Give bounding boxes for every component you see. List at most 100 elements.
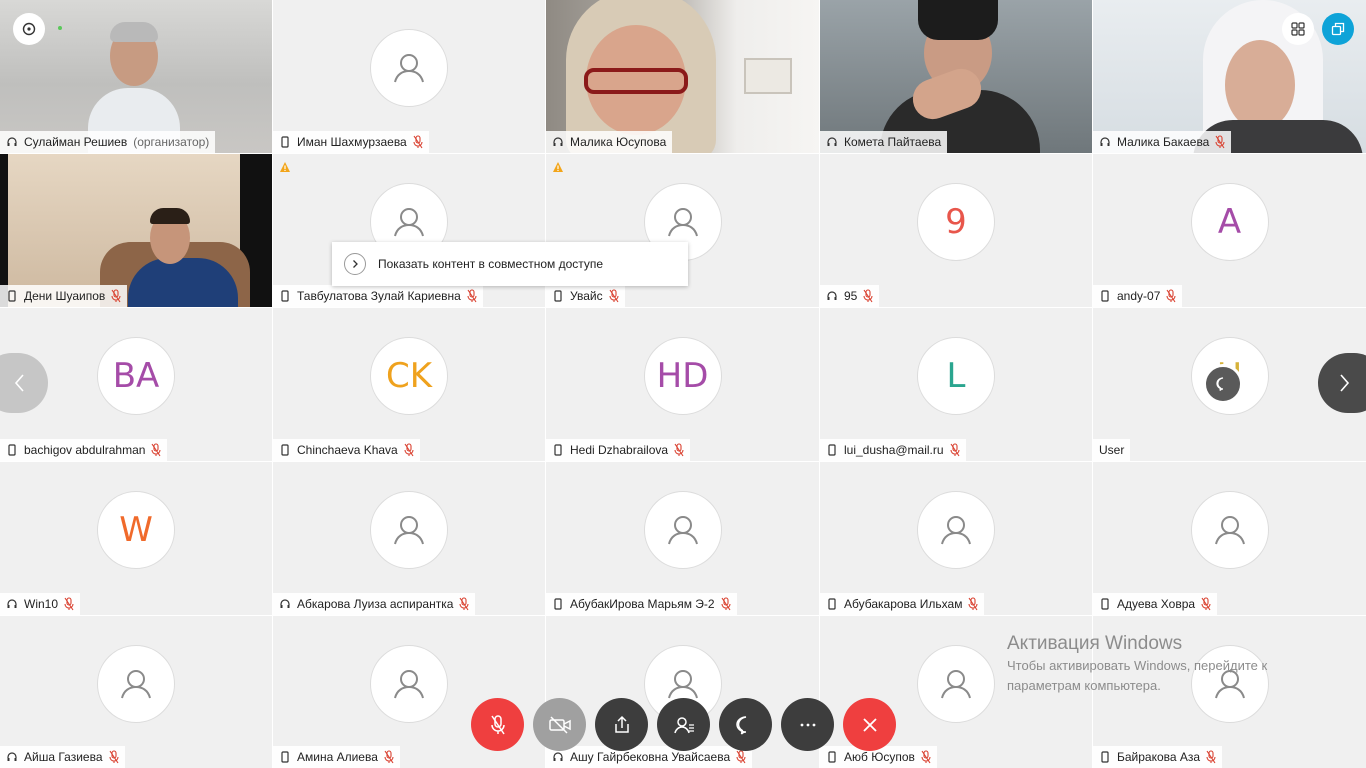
mic-muted-icon <box>968 597 979 611</box>
participant-tile[interactable]: L lui_dusha@mail.ru <box>820 308 1092 461</box>
participant-tile[interactable]: Малика Юсупова <box>546 0 819 153</box>
headset-icon <box>1099 136 1111 148</box>
mic-muted-icon <box>736 750 746 764</box>
mic-muted-icon <box>459 597 469 611</box>
participant-label: Дени Шуаипов <box>0 285 128 307</box>
participant-name: User <box>1099 443 1125 457</box>
hang-up-button[interactable] <box>843 698 896 751</box>
mic-muted-icon <box>151 443 161 457</box>
participant-name: lui_dusha@mail.ru <box>844 443 944 457</box>
mic-muted-icon <box>384 750 394 764</box>
participant-tile[interactable]: Абубакарова Ильхам <box>820 462 1092 615</box>
grid-view-button[interactable] <box>1282 13 1314 45</box>
participant-label: lui_dusha@mail.ru <box>820 439 966 461</box>
participant-tile[interactable]: АбубакИрова Марьям Э-2 <box>546 462 819 615</box>
initials-avatar: CK <box>370 337 448 415</box>
participant-label: Байракова Аза <box>1093 746 1223 768</box>
participant-name: Win10 <box>24 597 59 611</box>
participant-name: Тавбулатова Зулай Кариевна <box>297 289 461 303</box>
online-indicator <box>58 26 62 30</box>
mic-muted-icon <box>413 135 423 149</box>
participant-name: Иман Шахмурзаева <box>297 135 407 149</box>
headset-icon <box>6 598 18 610</box>
status-icon-button[interactable] <box>13 13 45 45</box>
mute-button[interactable] <box>471 698 524 751</box>
participant-label: Win10 <box>0 593 81 615</box>
mic-muted-icon <box>467 289 477 303</box>
status-icon <box>22 22 36 36</box>
participants-button[interactable] <box>657 698 710 751</box>
participant-name: АбубакИрова Марьям Э-2 <box>570 597 715 611</box>
default-avatar-icon <box>97 645 175 723</box>
participant-name: Дени Шуаипов <box>24 289 106 303</box>
participant-label: Сулайман Решиев (организатор) <box>0 131 216 153</box>
phone-icon <box>826 751 838 763</box>
popout-window-button[interactable] <box>1322 13 1354 45</box>
mic-muted-icon <box>721 597 731 611</box>
default-avatar-icon <box>643 491 722 569</box>
phone-icon <box>552 598 564 610</box>
mic-muted-icon <box>950 443 960 457</box>
participant-name: andy-07 <box>1117 289 1161 303</box>
video-button[interactable] <box>533 698 586 751</box>
participant-name: Hedi Dzhabrailova <box>570 443 669 457</box>
initials-avatar: A <box>1190 183 1269 261</box>
mic-muted-icon <box>921 750 931 764</box>
participant-tile[interactable]: Дени Шуаипов <box>0 154 272 307</box>
participant-tile[interactable]: Абкарова Луиза аспирантка <box>273 462 545 615</box>
default-avatar-icon <box>1190 491 1269 569</box>
chevron-right-icon <box>1340 374 1350 392</box>
participant-label: Айша Газиева <box>0 746 125 768</box>
share-button[interactable] <box>595 698 648 751</box>
more-options-button[interactable] <box>781 698 834 751</box>
mic-muted-icon <box>1215 135 1225 149</box>
participant-label: Малика Юсупова <box>546 131 673 153</box>
watermark-title: Активация Windows <box>1007 633 1183 654</box>
phone-icon <box>826 598 838 610</box>
participant-label: Увайс <box>546 285 625 307</box>
default-avatar-icon <box>917 491 995 569</box>
phone-icon <box>826 444 838 456</box>
show-shared-content-button[interactable]: Показать контент в совместном доступе <box>332 242 688 286</box>
mic-muted-icon <box>64 597 74 611</box>
participant-name: Комета Пайтаева <box>844 135 942 149</box>
participant-label: andy-07 <box>1093 285 1183 307</box>
headset-icon <box>552 751 564 763</box>
participant-tile[interactable]: Адуева Ховра <box>1093 462 1366 615</box>
participant-name: Аюб Юсупов <box>844 750 915 764</box>
phone-icon <box>1099 751 1111 763</box>
grid-icon <box>1291 22 1305 36</box>
participant-label: User <box>1093 439 1131 461</box>
participant-tile[interactable]: A andy-07 <box>1093 154 1366 307</box>
mic-muted-icon <box>863 289 873 303</box>
participant-tile[interactable]: 9 95 <box>820 154 1092 307</box>
phone-icon <box>279 136 291 148</box>
watermark-line: Чтобы активировать Windows, перейдите к <box>1007 658 1268 673</box>
initials-avatar: 9 <box>917 183 995 261</box>
participant-tile[interactable]: CK Chinchaeva Khava <box>273 308 545 461</box>
participant-label: Hedi Dzhabrailova <box>546 439 691 461</box>
chat-bubble-button[interactable] <box>1203 364 1243 404</box>
chat-button[interactable] <box>719 698 772 751</box>
participant-tile[interactable]: HD Hedi Dzhabrailova <box>546 308 819 461</box>
participant-name: bachigov abdulrahman <box>24 443 146 457</box>
headset-icon <box>552 136 564 148</box>
participant-name: Chinchaeva Khava <box>297 443 398 457</box>
phone-icon <box>552 290 564 302</box>
participant-label: Абкарова Луиза аспирантка <box>273 593 476 615</box>
participant-tile[interactable]: Иман Шахмурзаева <box>273 0 545 153</box>
initials-avatar: HD <box>643 337 722 415</box>
participant-label: Тавбулатова Зулай Кариевна <box>273 285 483 307</box>
chevron-right-icon <box>344 253 366 275</box>
headset-icon <box>6 751 18 763</box>
warning-icon <box>279 160 291 172</box>
organizer-tag: (организатор) <box>133 135 210 149</box>
participant-tile[interactable]: W Win10 <box>0 462 272 615</box>
participant-tile[interactable]: Комета Пайтаева <box>820 0 1092 153</box>
mic-muted-icon <box>1201 597 1211 611</box>
watermark-line: параметрам компьютера. <box>1007 678 1161 693</box>
default-avatar-icon <box>370 491 448 569</box>
default-avatar-icon <box>370 645 448 723</box>
participant-label: Иман Шахмурзаева <box>273 131 429 153</box>
participant-tile[interactable]: Айша Газиева <box>0 616 272 768</box>
